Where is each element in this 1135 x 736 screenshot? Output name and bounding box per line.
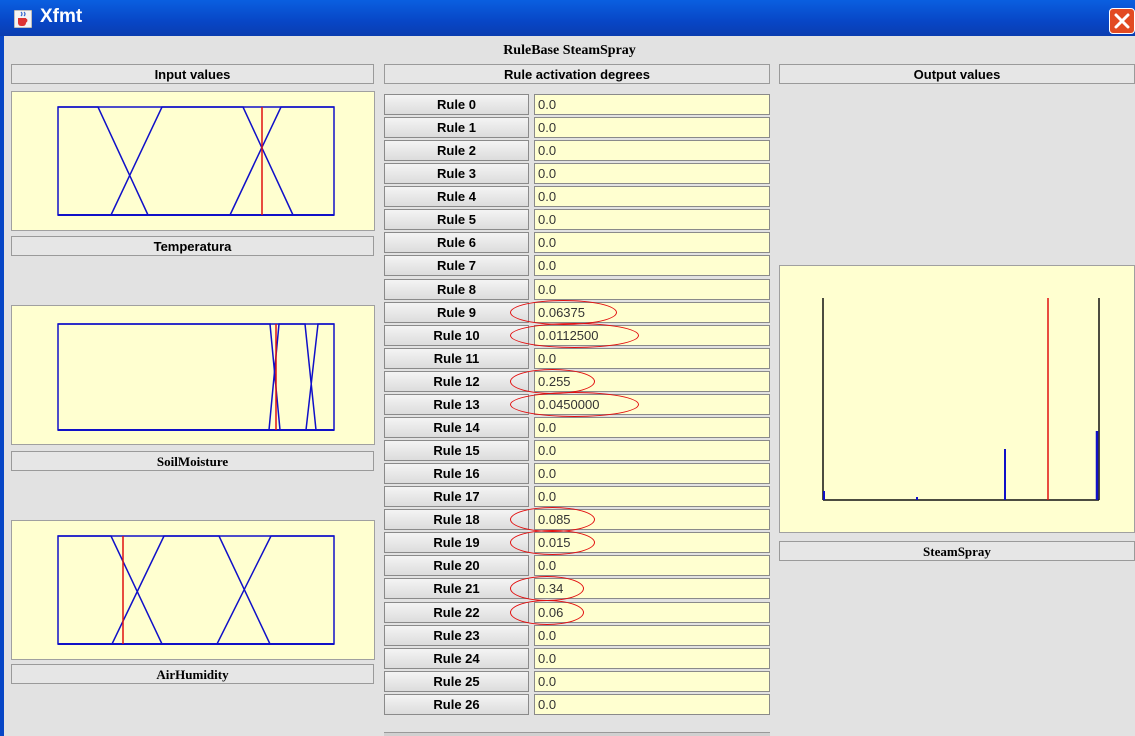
rule-button[interactable]: Rule 26 — [384, 694, 529, 715]
rule-button[interactable]: Rule 19 — [384, 532, 529, 553]
rule-activation-field[interactable]: 0.0 — [534, 117, 770, 138]
airhumidity-plot — [11, 520, 375, 660]
rule-button[interactable]: Rule 20 — [384, 555, 529, 576]
rule-button[interactable]: Rule 12 — [384, 371, 529, 392]
rule-list-bottom-edge — [384, 732, 770, 736]
rule-button[interactable]: Rule 8 — [384, 279, 529, 300]
rule-activation-header: Rule activation degrees — [384, 64, 770, 84]
rule-activation-field[interactable]: 0.0 — [534, 625, 770, 646]
rule-activation-field[interactable]: 0.0 — [534, 671, 770, 692]
rule-activation-field[interactable]: 0.0 — [534, 163, 770, 184]
rulebase-monitor: RuleBase SteamSpray Input values Rule ac… — [4, 36, 1135, 736]
rule-activation-field[interactable]: 0.0 — [534, 486, 770, 507]
rule-activation-field[interactable]: 0.0 — [534, 279, 770, 300]
highlight-ellipse — [510, 600, 584, 625]
highlight-ellipse — [510, 507, 595, 532]
rule-activation-field[interactable]: 0.0 — [534, 209, 770, 230]
rule-activation-field[interactable]: 0.0 — [534, 694, 770, 715]
highlight-ellipse — [510, 300, 617, 325]
rule-button[interactable]: Rule 21 — [384, 578, 529, 599]
soilmoisture-label[interactable]: SoilMoisture — [11, 451, 374, 471]
temperatura-plot — [11, 91, 375, 231]
rule-activation-field[interactable]: 0.0 — [534, 255, 770, 276]
highlight-ellipse — [510, 530, 595, 555]
rule-button[interactable]: Rule 15 — [384, 440, 529, 461]
highlight-ellipse — [510, 392, 639, 417]
steamspray-plot — [779, 265, 1135, 533]
rule-button[interactable]: Rule 7 — [384, 255, 529, 276]
rule-button[interactable]: Rule 22 — [384, 602, 529, 623]
rule-button[interactable]: Rule 25 — [384, 671, 529, 692]
output-values-header: Output values — [779, 64, 1135, 84]
rule-button[interactable]: Rule 0 — [384, 94, 529, 115]
rule-activation-field[interactable]: 0.0 — [534, 94, 770, 115]
rule-activation-field[interactable]: 0.0 — [534, 348, 770, 369]
rule-button[interactable]: Rule 1 — [384, 117, 529, 138]
steamspray-label[interactable]: SteamSpray — [779, 541, 1135, 561]
rule-button[interactable]: Rule 18 — [384, 509, 529, 530]
xfmt-window: Xfmt RuleBase SteamSpray Input values Ru… — [0, 0, 1135, 736]
rule-activation-field[interactable]: 0.0 — [534, 186, 770, 207]
close-x-icon — [1114, 13, 1130, 29]
rule-button[interactable]: Rule 3 — [384, 163, 529, 184]
rule-activation-field[interactable]: 0.0 — [534, 555, 770, 576]
rule-button[interactable]: Rule 5 — [384, 209, 529, 230]
soilmoisture-plot — [11, 305, 375, 445]
rule-button[interactable]: Rule 17 — [384, 486, 529, 507]
rulebase-title: RuleBase SteamSpray — [503, 43, 636, 58]
close-button[interactable] — [1109, 8, 1135, 34]
rule-button[interactable]: Rule 23 — [384, 625, 529, 646]
input-values-header: Input values — [11, 64, 374, 84]
rule-activation-field[interactable]: 0.0 — [534, 463, 770, 484]
title-bar[interactable]: Xfmt — [0, 0, 1135, 36]
highlight-ellipse — [510, 323, 639, 348]
airhumidity-label[interactable]: AirHumidity — [11, 664, 374, 684]
temperatura-label[interactable]: Temperatura — [11, 236, 374, 256]
window-title: Xfmt — [40, 6, 83, 27]
rule-activation-field[interactable]: 0.0 — [534, 417, 770, 438]
rule-button[interactable]: Rule 11 — [384, 348, 529, 369]
rule-activation-field[interactable]: 0.0 — [534, 440, 770, 461]
rule-activation-field[interactable]: 0.0 — [534, 232, 770, 253]
highlight-ellipse — [510, 369, 595, 394]
rule-activation-field[interactable]: 0.0 — [534, 140, 770, 161]
rule-button[interactable]: Rule 16 — [384, 463, 529, 484]
rule-button[interactable]: Rule 2 — [384, 140, 529, 161]
rule-button[interactable]: Rule 9 — [384, 302, 529, 323]
rule-button[interactable]: Rule 13 — [384, 394, 529, 415]
rule-button[interactable]: Rule 10 — [384, 325, 529, 346]
highlight-ellipse — [510, 576, 584, 601]
rule-button[interactable]: Rule 4 — [384, 186, 529, 207]
rule-button[interactable]: Rule 24 — [384, 648, 529, 669]
rule-button[interactable]: Rule 14 — [384, 417, 529, 438]
java-cup-icon — [14, 10, 32, 28]
rule-activation-field[interactable]: 0.0 — [534, 648, 770, 669]
rule-button[interactable]: Rule 6 — [384, 232, 529, 253]
